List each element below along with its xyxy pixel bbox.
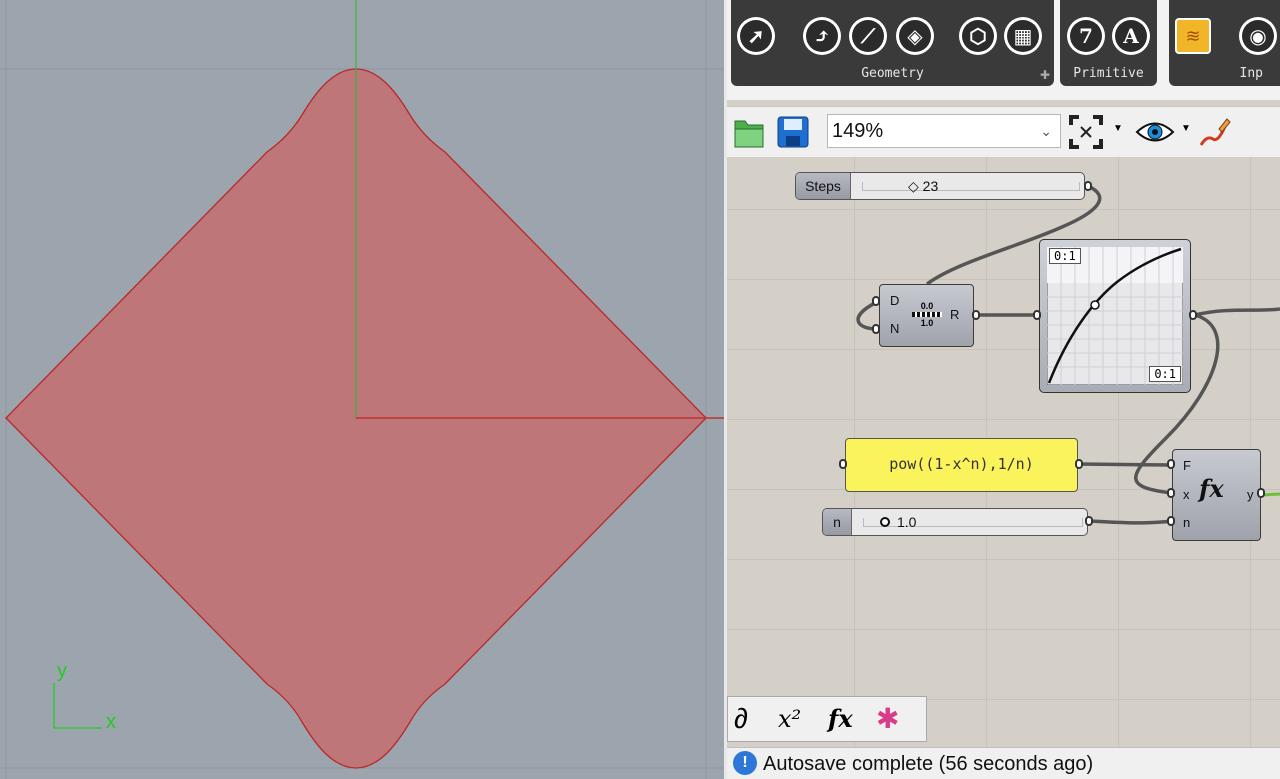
- text-button[interactable]: A: [1112, 17, 1150, 55]
- axis-y-label: y: [57, 660, 67, 682]
- toggle-icon: ◉: [1242, 20, 1274, 52]
- zoom-dropdown[interactable]: 149% ⌄: [827, 114, 1061, 148]
- ribbon-panel-primitive: 7 A Primitive: [1060, 0, 1157, 86]
- grasshopper-editor: ➚ ⤴ ⟋ ◈ ⬡ ▦ Geometry ✚ 7 A Primitive ≋ ◉…: [727, 0, 1280, 779]
- integer-button[interactable]: 7: [1067, 17, 1105, 55]
- slider-value[interactable]: ◇ 23: [908, 173, 938, 199]
- input-grip[interactable]: [872, 324, 880, 334]
- open-file-icon[interactable]: [733, 115, 765, 149]
- input-grip[interactable]: [1167, 516, 1175, 526]
- slider-track[interactable]: [862, 182, 1080, 191]
- graph-x-range[interactable]: 0:1: [1049, 248, 1081, 264]
- input-grip[interactable]: [1167, 459, 1175, 469]
- axis-x-label: x: [106, 711, 116, 733]
- graph-plot: [1047, 247, 1183, 385]
- graph-mapper-button[interactable]: ≋: [1175, 18, 1211, 54]
- zoom-extents-icon[interactable]: [1069, 115, 1103, 149]
- output-grip[interactable]: [1075, 459, 1083, 469]
- ribbon-panel-label[interactable]: Geometry: [731, 64, 1054, 84]
- preview-eye-icon[interactable]: [1135, 115, 1175, 149]
- slider-label: Steps: [796, 173, 851, 199]
- output-label-y: y: [1247, 487, 1254, 502]
- mesh-icon: ▦: [1007, 20, 1039, 52]
- range-component[interactable]: D N 0.0 1.0 R: [879, 284, 974, 347]
- slider-value[interactable]: 1.0: [897, 509, 916, 535]
- input-grip[interactable]: [839, 459, 847, 469]
- viewport-drawing: [0, 0, 724, 779]
- slider-handle-icon[interactable]: [880, 517, 890, 527]
- output-grip[interactable]: [1085, 516, 1093, 526]
- input-label-n: n: [1183, 515, 1191, 530]
- info-icon: !: [733, 751, 757, 775]
- zoom-value: 149%: [832, 120, 884, 142]
- chevron-down-icon[interactable]: ▼: [1113, 123, 1123, 134]
- brep-button[interactable]: ⬡: [959, 17, 997, 55]
- sketch-pen-icon[interactable]: [1197, 115, 1231, 149]
- evaluate-component[interactable]: F x n fx y: [1172, 449, 1261, 541]
- output-grip[interactable]: [1257, 488, 1265, 498]
- input-grip[interactable]: [1033, 310, 1041, 320]
- status-message: Autosave complete (56 seconds ago): [763, 753, 1094, 775]
- integer-icon: 7: [1070, 20, 1102, 52]
- curve-handle: [1090, 300, 1100, 310]
- rhino-viewport[interactable]: y x: [0, 0, 724, 779]
- output-grip[interactable]: [1189, 310, 1197, 320]
- input-label-d: D: [890, 293, 900, 308]
- save-icon[interactable]: [777, 115, 809, 149]
- mesh-button[interactable]: ▦: [1004, 17, 1042, 55]
- vector-icon: ➚: [740, 20, 772, 52]
- grasshopper-canvas[interactable]: Steps ◇ 23 D N 0.0 1.0 R 0:1 0:1 pow((1-…: [727, 157, 1280, 747]
- curve-icon: ⤴: [806, 20, 838, 52]
- function-icon: fx: [1199, 474, 1224, 503]
- ribbon-panel-input: ≋ ◉ Inp: [1169, 0, 1280, 86]
- range-icon: 0.0 1.0: [912, 301, 942, 329]
- output-grip[interactable]: [1084, 181, 1092, 191]
- function-tab-icon[interactable]: fx: [828, 701, 853, 737]
- input-grip[interactable]: [1167, 488, 1175, 498]
- line-button[interactable]: ⟋: [849, 17, 887, 55]
- component-ribbon: ➚ ⤴ ⟋ ◈ ⬡ ▦ Geometry ✚ 7 A Primitive ≋ ◉…: [727, 0, 1280, 100]
- ribbon-panel-label[interactable]: Inp: [1169, 64, 1280, 84]
- superscript-tab-icon[interactable]: x²: [778, 701, 801, 737]
- input-grip[interactable]: [872, 296, 880, 306]
- curve-button[interactable]: ⤴: [803, 17, 841, 55]
- steps-slider[interactable]: Steps ◇ 23: [795, 172, 1085, 200]
- canvas-toolbar: 149% ⌄ ▼ ▼: [727, 106, 1280, 157]
- ribbon-panel-label[interactable]: Primitive: [1060, 64, 1157, 84]
- star-tab-icon[interactable]: ✱: [876, 701, 899, 737]
- chevron-down-icon[interactable]: ⌄: [1040, 115, 1052, 147]
- input-label-n: N: [890, 321, 900, 336]
- slider-track[interactable]: [863, 518, 1083, 527]
- output-label-r: R: [950, 307, 960, 322]
- panel-expand-icon[interactable]: ✚: [1040, 68, 1050, 82]
- plane-button[interactable]: ◈: [896, 17, 934, 55]
- status-bar: ! Autosave complete (56 seconds ago): [727, 747, 1280, 779]
- canvas-tabs-bar: ∂ x² fx ✱: [727, 696, 927, 742]
- graph-mapper[interactable]: 0:1 0:1: [1039, 239, 1191, 393]
- plane-icon: ◈: [899, 20, 931, 52]
- chevron-down-icon[interactable]: ▼: [1181, 123, 1191, 134]
- line-icon: ⟋: [852, 20, 884, 52]
- point-button[interactable]: ➚: [737, 17, 775, 55]
- graph-y-range[interactable]: 0:1: [1149, 366, 1181, 382]
- slider-label: n: [823, 509, 852, 535]
- output-grip[interactable]: [972, 310, 980, 320]
- boolean-toggle-button[interactable]: ◉: [1239, 17, 1277, 55]
- input-label-x: x: [1183, 487, 1190, 502]
- expression-panel[interactable]: pow((1-x^n),1/n): [845, 438, 1078, 492]
- brep-icon: ⬡: [962, 20, 994, 52]
- input-label-f: F: [1183, 458, 1191, 473]
- math-tab-icon[interactable]: ∂: [734, 701, 748, 737]
- ribbon-panel-geometry: ➚ ⤴ ⟋ ◈ ⬡ ▦ Geometry ✚: [731, 0, 1054, 86]
- n-slider[interactable]: n 1.0: [822, 508, 1088, 536]
- text-icon: A: [1115, 20, 1147, 52]
